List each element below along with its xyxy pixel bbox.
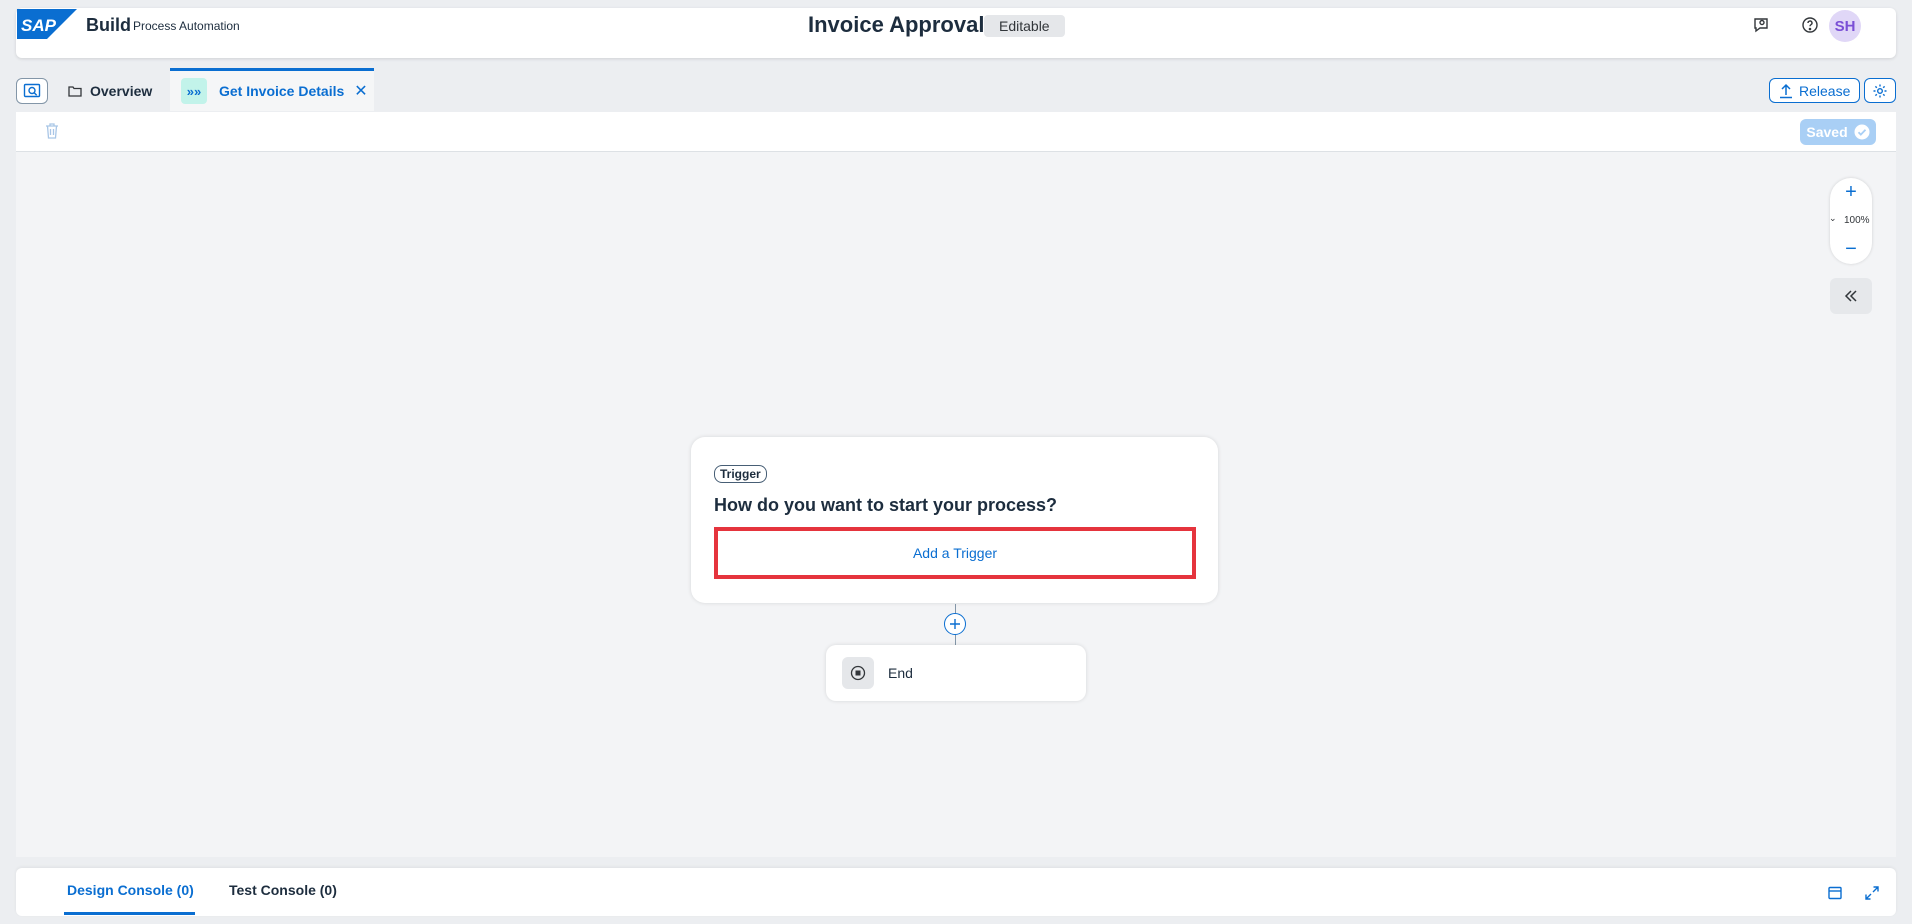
saved-status-button[interactable]: Saved <box>1800 119 1876 145</box>
expand-icon[interactable] <box>1862 883 1882 903</box>
trigger-tag: Trigger <box>714 465 767 483</box>
chevron-down-icon[interactable]: ⌄ <box>1829 213 1837 224</box>
status-badge: Editable <box>984 15 1065 37</box>
tab-overview-label: Overview <box>90 83 153 99</box>
editor-toolbar <box>16 112 1896 152</box>
collapse-panel-button[interactable] <box>1830 278 1872 314</box>
explorer-toggle-button[interactable] <box>16 78 48 104</box>
release-button[interactable]: Release <box>1769 78 1861 103</box>
help-icon[interactable] <box>1797 12 1823 38</box>
plus-icon <box>950 619 960 629</box>
product-name: Process Automation <box>133 19 240 33</box>
end-node[interactable]: End <box>826 645 1086 701</box>
active-tab-indicator <box>64 912 195 915</box>
add-trigger-button[interactable]: Add a Trigger <box>714 527 1196 579</box>
add-step-button[interactable] <box>944 613 966 635</box>
feedback-icon[interactable] <box>1748 12 1774 38</box>
stop-icon <box>842 657 874 689</box>
zoom-out-button[interactable]: − <box>1841 237 1861 261</box>
zoom-in-button[interactable]: + <box>1841 180 1861 204</box>
sap-logo[interactable]: SAP <box>17 9 77 39</box>
delete-icon[interactable] <box>44 122 60 140</box>
search-panel-icon <box>23 83 41 98</box>
dock-panel-icon[interactable] <box>1825 883 1845 903</box>
tab-design-console[interactable]: Design Console (0) <box>67 882 194 898</box>
double-chevron-left-icon <box>1844 290 1857 302</box>
check-circle-icon <box>1854 124 1870 140</box>
end-label: End <box>888 665 913 681</box>
settings-button[interactable] <box>1864 78 1896 103</box>
upload-icon <box>1780 83 1792 98</box>
automation-icon: »» <box>181 78 207 104</box>
user-avatar[interactable]: SH <box>1829 10 1861 42</box>
page-title: Invoice Approval <box>808 12 985 37</box>
svg-text:SAP: SAP <box>21 16 57 35</box>
close-tab-icon[interactable]: ✕ <box>354 81 367 101</box>
brand-name: Build <box>86 15 131 35</box>
saved-label: Saved <box>1806 124 1848 140</box>
tab-overview[interactable]: Overview <box>68 80 152 102</box>
trigger-question: How do you want to start your process? <box>714 495 1058 515</box>
tab-test-console[interactable]: Test Console (0) <box>229 882 337 898</box>
release-label: Release <box>1799 82 1851 99</box>
zoom-level[interactable]: 100% <box>1844 215 1870 226</box>
folder-icon <box>68 86 82 97</box>
tab-active-label: Get Invoice Details <box>219 83 345 99</box>
tab-get-invoice-details[interactable]: »» Get Invoice Details ✕ <box>170 68 374 111</box>
gear-icon <box>1873 84 1887 97</box>
